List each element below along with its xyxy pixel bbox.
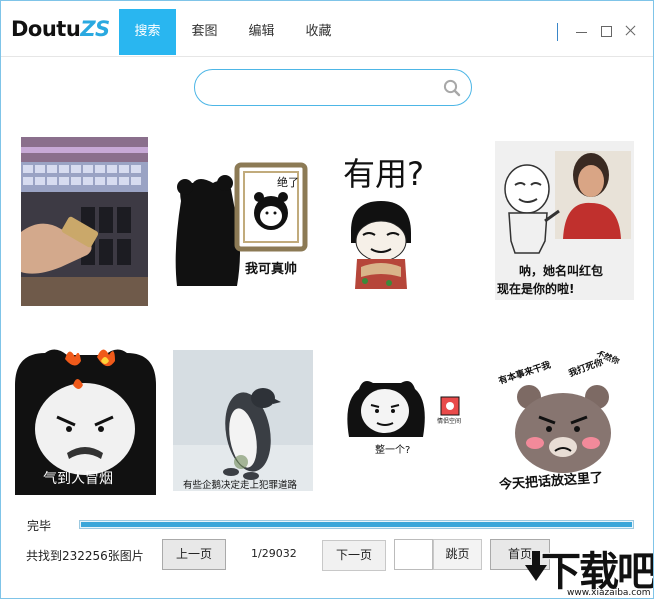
useful-meme-image: 有用? xyxy=(341,151,445,291)
progress-fill xyxy=(81,522,632,527)
prev-page-button[interactable]: 上一页 xyxy=(162,539,226,570)
next-page-button[interactable]: 下一页 xyxy=(322,540,386,571)
angry-panda-image: 气到人冒烟 xyxy=(15,345,156,495)
app-window: DoutuZS 搜索 套图 编辑 收藏 绝了 我可真帅 有用? 呐，她名叫红包 … xyxy=(0,0,654,599)
phone-photo-image xyxy=(21,137,148,306)
search-input[interactable] xyxy=(211,78,431,98)
tab-edit[interactable]: 编辑 xyxy=(233,9,290,55)
tab-search[interactable]: 搜索 xyxy=(119,9,176,55)
image-caption-2: 我可真帅 xyxy=(245,261,297,277)
frame-text: 绝了 xyxy=(277,175,299,189)
logo-text: Doutu xyxy=(11,17,81,41)
image-grid: 绝了 我可真帅 有用? 呐，她名叫红包 现在是你的啦! 气到人冒烟 有些企鹅决定… xyxy=(1,121,653,501)
panda-offer-image: 情侣空间 整一个? xyxy=(337,371,469,463)
image-result-5[interactable]: 气到人冒烟 xyxy=(15,345,156,495)
watermark: 下载吧 www.xiazaiba.com xyxy=(523,539,653,598)
jump-page-input[interactable] xyxy=(394,539,433,570)
image-result-4[interactable]: 呐，她名叫红包 现在是你的啦! xyxy=(495,141,634,300)
window-controls-divider xyxy=(557,23,558,41)
tab-favorites[interactable]: 收藏 xyxy=(290,9,347,55)
image-result-2[interactable]: 绝了 我可真帅 xyxy=(173,161,311,293)
search-icon[interactable] xyxy=(443,79,461,97)
image-result-3[interactable]: 有用? xyxy=(341,151,445,291)
image-result-6[interactable]: 有些企鹅决定走上犯罪道路 xyxy=(173,350,313,491)
image-caption-5: 气到人冒烟 xyxy=(43,471,113,487)
panda-frame-image: 绝了 我可真帅 xyxy=(173,161,311,293)
badge-text-7: 情侣空间 xyxy=(437,417,461,425)
title-bar: DoutuZS 搜索 套图 编辑 收藏 xyxy=(1,1,653,57)
minimize-icon[interactable] xyxy=(574,23,590,39)
app-logo: DoutuZS xyxy=(11,17,110,43)
status-text: 完毕 xyxy=(27,519,52,533)
progress-bar xyxy=(79,520,634,529)
image-result-1[interactable] xyxy=(21,137,148,306)
image-result-8[interactable]: 有本事来干我 我打死你 不然你 今天把话放这里了 xyxy=(495,351,634,491)
jump-page-button[interactable]: 跳页 xyxy=(433,539,482,570)
image-caption-4a: 呐，她名叫红包 xyxy=(519,263,603,278)
tab-image-sets[interactable]: 套图 xyxy=(176,9,233,55)
page-indicator: 1/29032 xyxy=(251,547,297,560)
logo-accent: ZS xyxy=(80,17,110,41)
maximize-icon[interactable] xyxy=(599,23,615,39)
search-box xyxy=(194,69,472,106)
main-tabs: 搜索 套图 编辑 收藏 xyxy=(119,9,347,55)
watermark-url: www.xiazaiba.com xyxy=(567,588,651,598)
results-count: 共找到232256张图片 xyxy=(26,549,144,563)
image-caption-7: 整一个? xyxy=(375,443,410,456)
angry-bear-image: 有本事来干我 我打死你 不然你 今天把话放这里了 xyxy=(495,351,634,491)
penguin-image: 有些企鹅决定走上犯罪道路 xyxy=(173,350,313,491)
image-top-text-3: 有用? xyxy=(343,155,424,193)
image-caption-4b: 现在是你的啦! xyxy=(497,281,574,296)
image-caption-6: 有些企鹅决定走上犯罪道路 xyxy=(183,479,298,491)
close-icon[interactable] xyxy=(623,23,639,39)
red-envelope-image: 呐，她名叫红包 现在是你的啦! xyxy=(495,141,634,300)
image-result-7[interactable]: 情侣空间 整一个? xyxy=(337,371,469,463)
